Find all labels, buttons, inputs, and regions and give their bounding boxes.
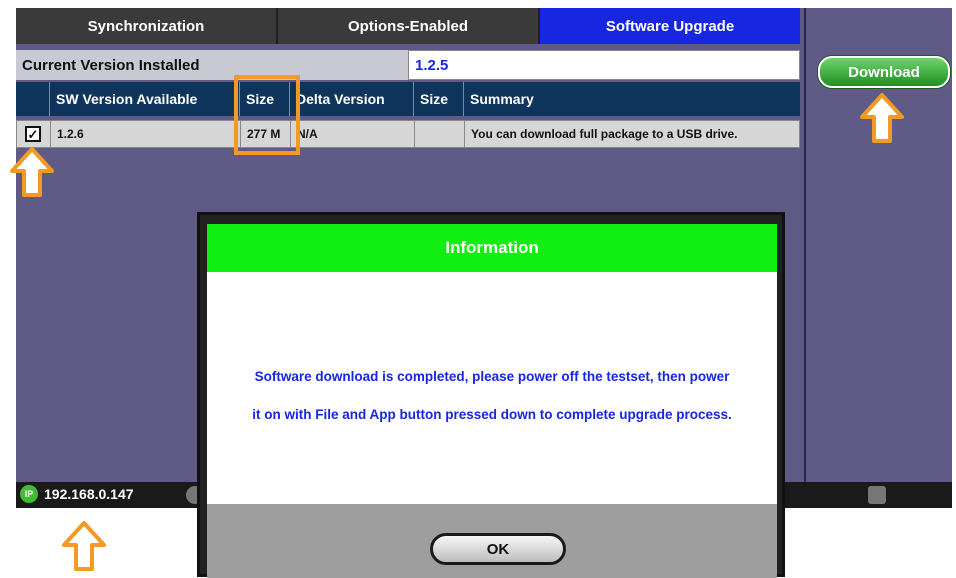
column-header-summary[interactable]: Summary xyxy=(464,82,800,116)
dialog-message-line-2: it on with File and App button pressed d… xyxy=(252,407,732,422)
sw-version-cell: 1.2.6 xyxy=(51,121,241,147)
delta-size-cell xyxy=(415,121,465,147)
tab-software-upgrade[interactable]: Software Upgrade xyxy=(540,8,800,44)
table-row[interactable]: ✓ 1.2.6 277 M N/A You can download full … xyxy=(16,120,800,148)
row-select-cell[interactable]: ✓ xyxy=(17,121,51,147)
tab-bar: Synchronization Options-Enabled Software… xyxy=(16,8,800,44)
tab-synchronization[interactable]: Synchronization xyxy=(16,8,278,44)
tab-options-enabled[interactable]: Options-Enabled xyxy=(278,8,540,44)
dialog-message-line-1: Software download is completed, please p… xyxy=(254,369,730,384)
current-version-value: 1.2.5 xyxy=(408,50,800,80)
size-highlight-box xyxy=(234,75,300,155)
column-header-delta-version[interactable]: Delta Version xyxy=(290,82,414,116)
status-tray-icon xyxy=(868,486,886,504)
up-arrow-annotation-icon xyxy=(860,93,904,143)
column-header-sw-version[interactable]: SW Version Available xyxy=(50,82,240,116)
summary-cell: You can download full package to a USB d… xyxy=(471,127,738,141)
table-header: SW Version Available Size Delta Version … xyxy=(16,82,800,116)
current-version-row: Current Version Installed 1.2.5 xyxy=(16,50,800,80)
dialog-body: Software download is completed, please p… xyxy=(207,272,777,504)
column-header-delta-size[interactable]: Size xyxy=(414,82,464,116)
current-version-label: Current Version Installed xyxy=(16,50,408,80)
information-dialog: Information Software download is complet… xyxy=(197,212,785,578)
delta-version-cell: N/A xyxy=(291,121,415,147)
ip-address: 192.168.0.147 xyxy=(44,486,134,502)
column-header-select xyxy=(16,82,50,116)
ip-status-icon: IP xyxy=(20,485,38,503)
up-arrow-annotation-icon xyxy=(62,521,106,571)
download-button[interactable]: Download xyxy=(818,56,950,88)
checkbox-checked-icon[interactable]: ✓ xyxy=(25,126,41,142)
ip-status: IP 192.168.0.147 xyxy=(20,485,134,503)
up-arrow-annotation-icon xyxy=(10,147,54,197)
dialog-title: Information xyxy=(207,224,777,272)
ok-button[interactable]: OK xyxy=(430,533,566,565)
